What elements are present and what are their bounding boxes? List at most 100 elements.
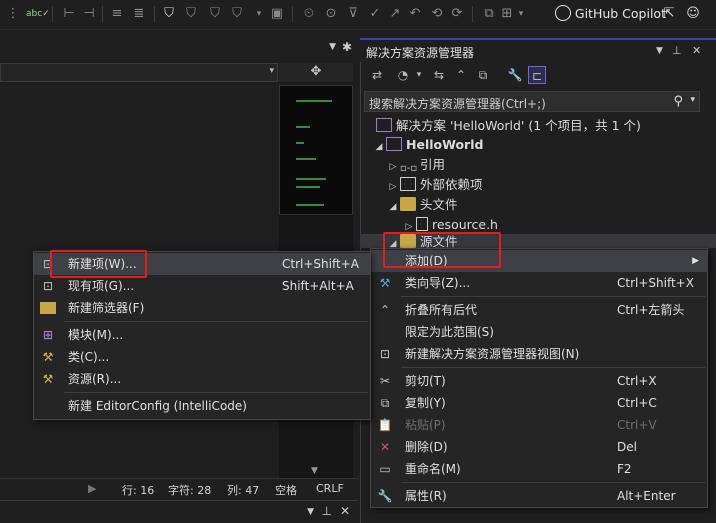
class-icon: ⚒ [42,350,54,364]
highlight-box-new-item [50,250,147,278]
comment-icon[interactable]: ⊢ [60,5,78,23]
filter-icon[interactable]: ⊽ [344,5,362,23]
project-icon [386,137,402,151]
top-toolbar: ⋮ abc✓ ⊢ ⊣ ≡ ≣ ⛉ ⛉ ⛉ ⛉ ▾ ▣ ⏲ ⊙ ⊽ ✓ ↗ ↶ ⟲… [0,0,716,30]
paste-icon: 📋 [377,418,393,432]
share-icon[interactable]: ⇱ [660,5,678,23]
chevron-down-icon[interactable]: ▼ [656,46,663,56]
collapse-arrow-icon[interactable]: ▷ [386,157,400,177]
check-icon[interactable]: ✓ [366,5,384,23]
minimap-viewport[interactable] [279,85,353,215]
outdent-icon[interactable]: ≡ [108,5,126,23]
arrow-icon[interactable]: ↗ [386,5,404,23]
indent-icon[interactable]: ≣ [130,5,148,23]
expand-arrow-icon[interactable]: ◢ [372,137,386,157]
folder-icon [400,197,416,211]
tree-item-header-files[interactable]: ◢ 头文件 [360,195,458,215]
menu-item-new-editorconfig[interactable]: 新建 EditorConfig (IntelliCode) [34,395,370,417]
solution-search-input[interactable]: 搜索解决方案资源管理器(Ctrl+;) ⚲ ▾ [364,91,700,112]
menu-item-properties[interactable]: 🔧 属性(R) Alt+Enter [371,485,707,507]
menu-item-class[interactable]: ⚒ 类(C)... [34,346,370,368]
bookmark-prev-icon[interactable]: ⛉ [182,5,200,23]
member-dropdown[interactable]: ▾ [0,63,278,82]
line-indicator[interactable]: 行: 16 [122,482,154,498]
menu-item-existing-item[interactable]: ⊡ 现有项(G)... Shift+Alt+A [34,275,370,297]
context-menu: 添加(D) ▶ ⚒ 类向导(Z)... Ctrl+Shift+X ⌃ 折叠所有后… [370,248,708,508]
panel-title: 解决方案资源管理器 [366,46,475,60]
show-all-files-icon[interactable]: ⧉ [474,66,492,84]
menu-item-class-wizard[interactable]: ⚒ 类向导(Z)... Ctrl+Shift+X [371,272,707,294]
scroll-left-icon[interactable]: ▶ [88,482,96,495]
tree-item-project[interactable]: ◢ HelloWorld [360,135,483,155]
close-icon[interactable]: ✕ [340,504,350,518]
wrench-icon: 🔧 [377,489,393,503]
menu-item-resource[interactable]: ⚒ 资源(R)... [34,368,370,390]
switch-view-icon[interactable]: ⇄ [368,66,386,84]
expand-arrow-icon[interactable]: ◢ [386,197,400,217]
gear-icon[interactable]: ✱ [342,40,352,54]
menu-item-module[interactable]: ⊞ 模块(M)... [34,324,370,346]
tree-item-solution[interactable]: 解决方案 'HelloWorld' (1 个项目，共 1 个) [360,116,641,136]
history-icon[interactable]: ⟲ [428,5,446,23]
chevron-down-icon[interactable]: ▾ [690,95,695,105]
menu-separator [401,296,705,297]
chevron-down-icon[interactable]: ▾ [512,5,530,23]
chevron-down-icon[interactable]: ▼ [329,42,336,52]
undo-icon[interactable]: ↶ [406,5,424,23]
menu-separator [401,482,705,483]
pin-icon[interactable]: ⊥ [672,44,682,57]
menu-separator [401,367,705,368]
folder-icon [40,302,56,314]
solution-icon [376,118,392,132]
existing-item-icon: ⊡ [42,279,54,293]
split-icon: ✥ [310,64,322,79]
cut-icon: ✂ [379,374,391,388]
menu-item-copy[interactable]: ⧉ 复制(Y) Ctrl+C [371,392,707,414]
eol-indicator[interactable]: CRLF [316,482,344,495]
menu-item-scope-to-this[interactable]: 限定为此范围(S) [371,321,707,343]
chevron-down-icon[interactable]: ▾ [250,5,268,23]
minimap-line [296,186,320,188]
collapse-all-icon[interactable]: ⌃ [452,66,470,84]
menu-item-delete[interactable]: ✕ 删除(D) Del [371,436,707,458]
bookmark-next-icon[interactable]: ⛉ [206,5,224,23]
scroll-down-icon[interactable]: ▼ [311,466,318,476]
image-icon[interactable]: ▣ [268,5,286,23]
menu-item-rename[interactable]: ▭ 重命名(M) F2 [371,458,707,480]
git-icon[interactable]: ⊙ [322,5,340,23]
collapse-icon: ⌃ [379,303,391,317]
sync-icon[interactable]: ⇆ [430,66,448,84]
resource-icon: ⚒ [42,372,54,386]
chevron-down-icon[interactable]: ▼ [307,507,314,517]
window-icon[interactable]: ⧉ [480,5,498,23]
menu-item-new-explorer-view[interactable]: ⊡ 新建解决方案资源管理器视图(N) [371,343,707,365]
menu-item-paste: 📋 粘贴(P) Ctrl+V [377,418,657,432]
bookmark-toggle-icon[interactable]: ⛉ [160,5,178,23]
bookmark-clear-icon[interactable]: ⛉ [228,5,246,23]
spaces-indicator[interactable]: 空格 [275,482,297,498]
menu-item-cut[interactable]: ✂ 剪切(T) Ctrl+X [371,370,707,392]
pin-icon[interactable]: ⊥ [322,504,332,518]
col-indicator[interactable]: 列: 47 [227,482,259,498]
minimap-line [296,158,316,160]
redo-icon[interactable]: ⟳ [448,5,466,23]
solution-explorer-titlebar: 解决方案资源管理器 ▼ ⊥ ✕ [360,38,716,62]
overflow-icon[interactable]: ⋮ [4,5,22,23]
char-indicator[interactable]: 字符: 28 [168,482,211,498]
properties-icon[interactable]: 🔧 [506,66,524,84]
close-icon[interactable]: ✕ [692,44,701,57]
tree-item-external-deps[interactable]: ▷ 外部依赖项 [360,175,483,195]
split-button[interactable]: ✥ [279,63,353,82]
github-copilot-button[interactable]: GitHub Copilot [554,5,666,23]
preview-icon[interactable]: ⊏ [528,66,546,84]
tree-item-references[interactable]: ▷ ▫-▫ 引用 [360,155,445,175]
menu-item-new-filter[interactable]: 新建筛选器(F) [34,297,370,319]
menu-item-collapse-all[interactable]: ⌃ 折叠所有后代 Ctrl+左箭头 [371,299,707,321]
feedback-icon[interactable]: ☺ [684,5,702,23]
breakpoint-icon[interactable]: ⏲ [300,5,318,23]
chevron-down-icon[interactable]: ▾ [410,66,428,84]
collapse-arrow-icon[interactable]: ▷ [386,177,400,197]
delete-icon: ✕ [379,440,391,454]
spellcheck-icon[interactable]: abc✓ [26,5,50,23]
uncomment-icon[interactable]: ⊣ [80,5,98,23]
